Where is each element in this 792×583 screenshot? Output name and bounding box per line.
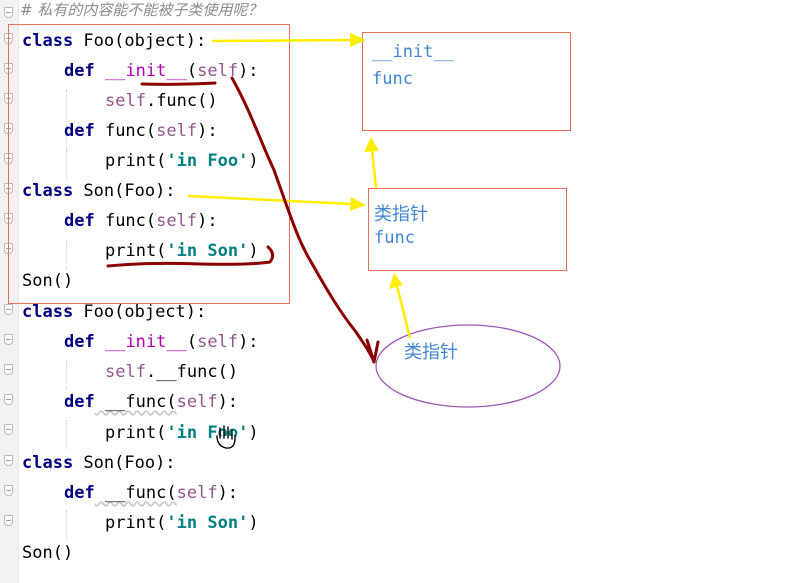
arrowhead — [350, 33, 366, 47]
arrowhead — [389, 273, 403, 289]
underline-print-son — [106, 245, 275, 268]
arrowhead — [364, 137, 379, 152]
instance-ellipse — [375, 324, 561, 408]
arrow-son-box-to-foo-box — [370, 149, 378, 189]
annotation-overlay — [106, 33, 561, 449]
red-pen-strokes — [106, 76, 380, 364]
arrow-son-to-box — [187, 194, 353, 206]
pen-curve — [230, 76, 376, 364]
underline-init — [140, 81, 217, 86]
arrow-foo-to-box — [211, 38, 353, 43]
hand-cursor-icon — [216, 425, 236, 449]
yellow-arrows — [187, 33, 412, 339]
arrow-instance-to-son-box — [395, 285, 412, 339]
arrowhead — [350, 197, 366, 211]
